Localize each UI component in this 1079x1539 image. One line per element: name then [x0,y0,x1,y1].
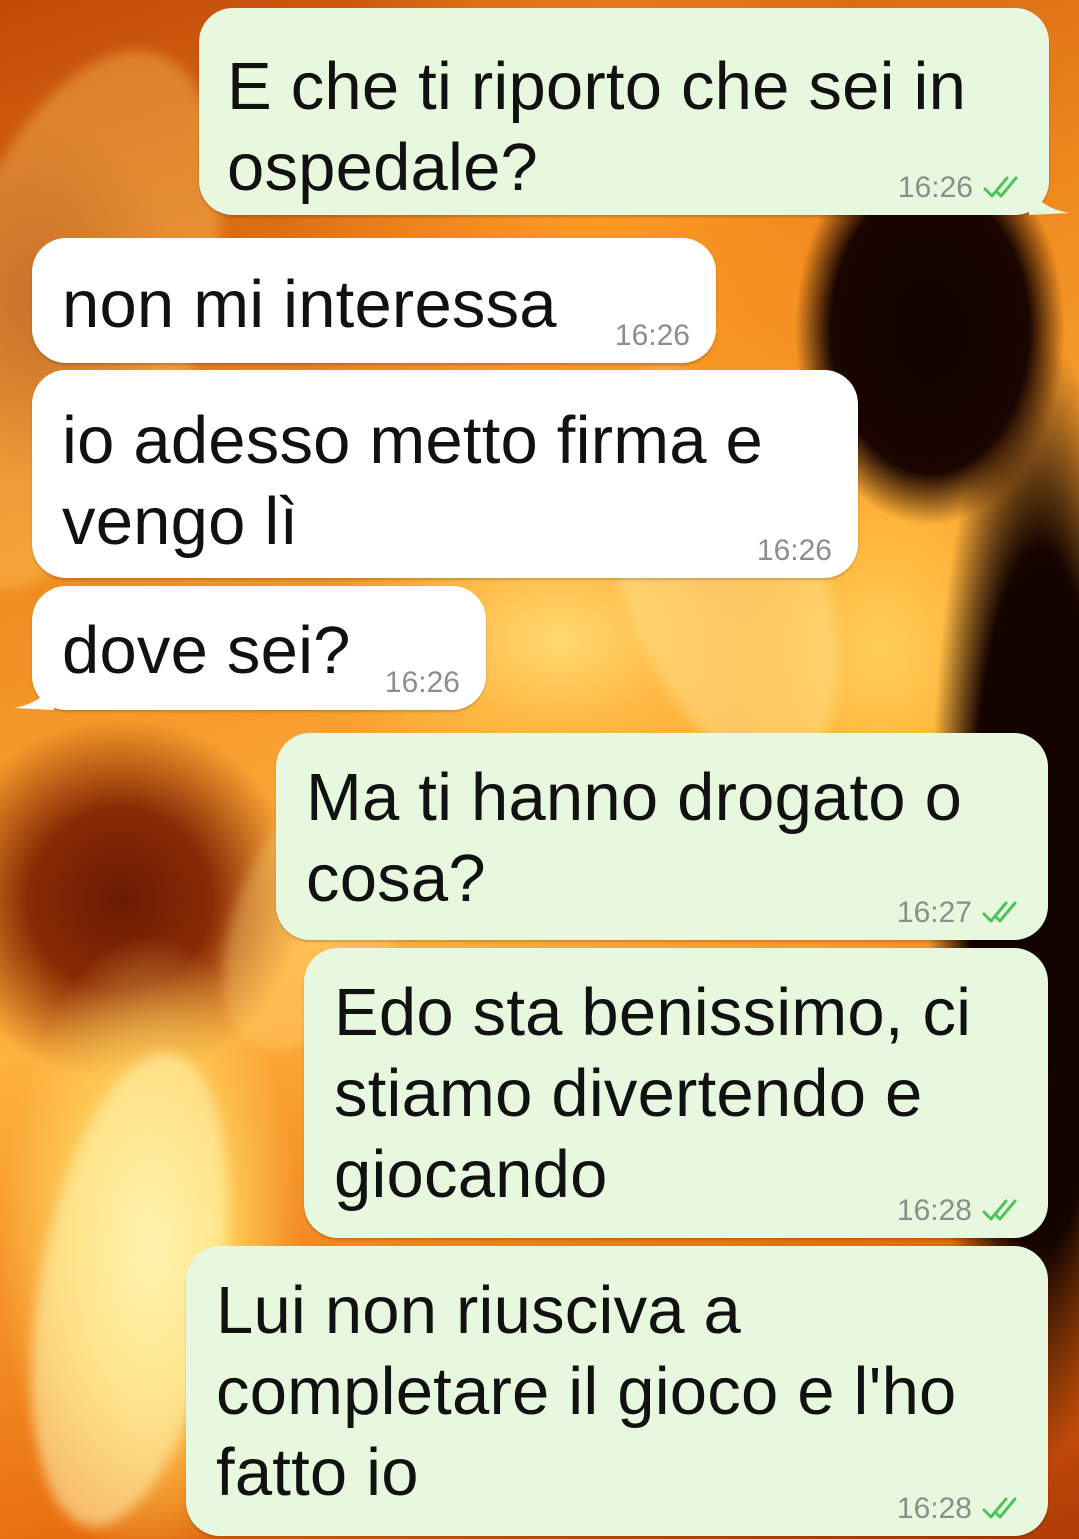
message-bubble-outgoing[interactable]: Edo sta benissimo, ci stiamo divertendo … [304,948,1048,1238]
message-time: 16:26 [384,666,460,699]
message-time: 16:26 [614,319,690,352]
bubble-tail [14,680,54,710]
double-check-icon [982,901,1017,923]
message-meta: 16:26 [757,534,832,568]
message-meta: 16:26 [385,666,460,700]
message-text: E che ti riporto che sei in ospedale? [227,49,967,205]
message-bubble-outgoing[interactable]: Lui non riusciva a completare il gioco e… [186,1246,1048,1536]
bubble-tail [1029,185,1069,215]
message-time: 16:26 [756,534,832,567]
message-bubble-incoming[interactable]: non mi interessa 16:26 [32,238,716,363]
message-text: non mi interessa [62,267,557,342]
message-bubble-outgoing[interactable]: Ma ti hanno drogato o cosa? 16:27 [276,733,1048,940]
double-check-icon [983,176,1018,198]
message-bubble-outgoing[interactable]: E che ti riporto che sei in ospedale? 16… [199,8,1069,215]
message-time: 16:28 [896,1194,972,1227]
message-meta: 16:28 [897,1492,1026,1526]
message-time: 16:26 [897,171,973,204]
message-time: 16:27 [896,896,972,929]
message-bubble-incoming[interactable]: dove sei? 16:26 [14,586,486,710]
message-meta: 16:27 [897,896,1026,930]
message-text: Ma ti hanno drogato o cosa? [306,760,963,916]
message-bubble-incoming[interactable]: io adesso metto firma e vengo lì 16:26 [32,370,858,578]
message-text: dove sei? [62,613,351,688]
chat-conversation[interactable]: E che ti riporto che sei in ospedale? 16… [0,0,1079,1539]
message-meta: 16:28 [897,1194,1026,1228]
double-check-icon [982,1199,1017,1221]
message-meta: 16:26 [898,171,1027,205]
message-text: io adesso metto firma e vengo lì [62,403,763,559]
double-check-icon [982,1497,1017,1519]
message-text: Edo sta benissimo, ci stiamo divertendo … [334,975,972,1212]
message-meta: 16:26 [615,319,690,353]
message-text: Lui non riusciva a completare il gioco e… [216,1273,957,1510]
message-time: 16:28 [896,1492,972,1525]
